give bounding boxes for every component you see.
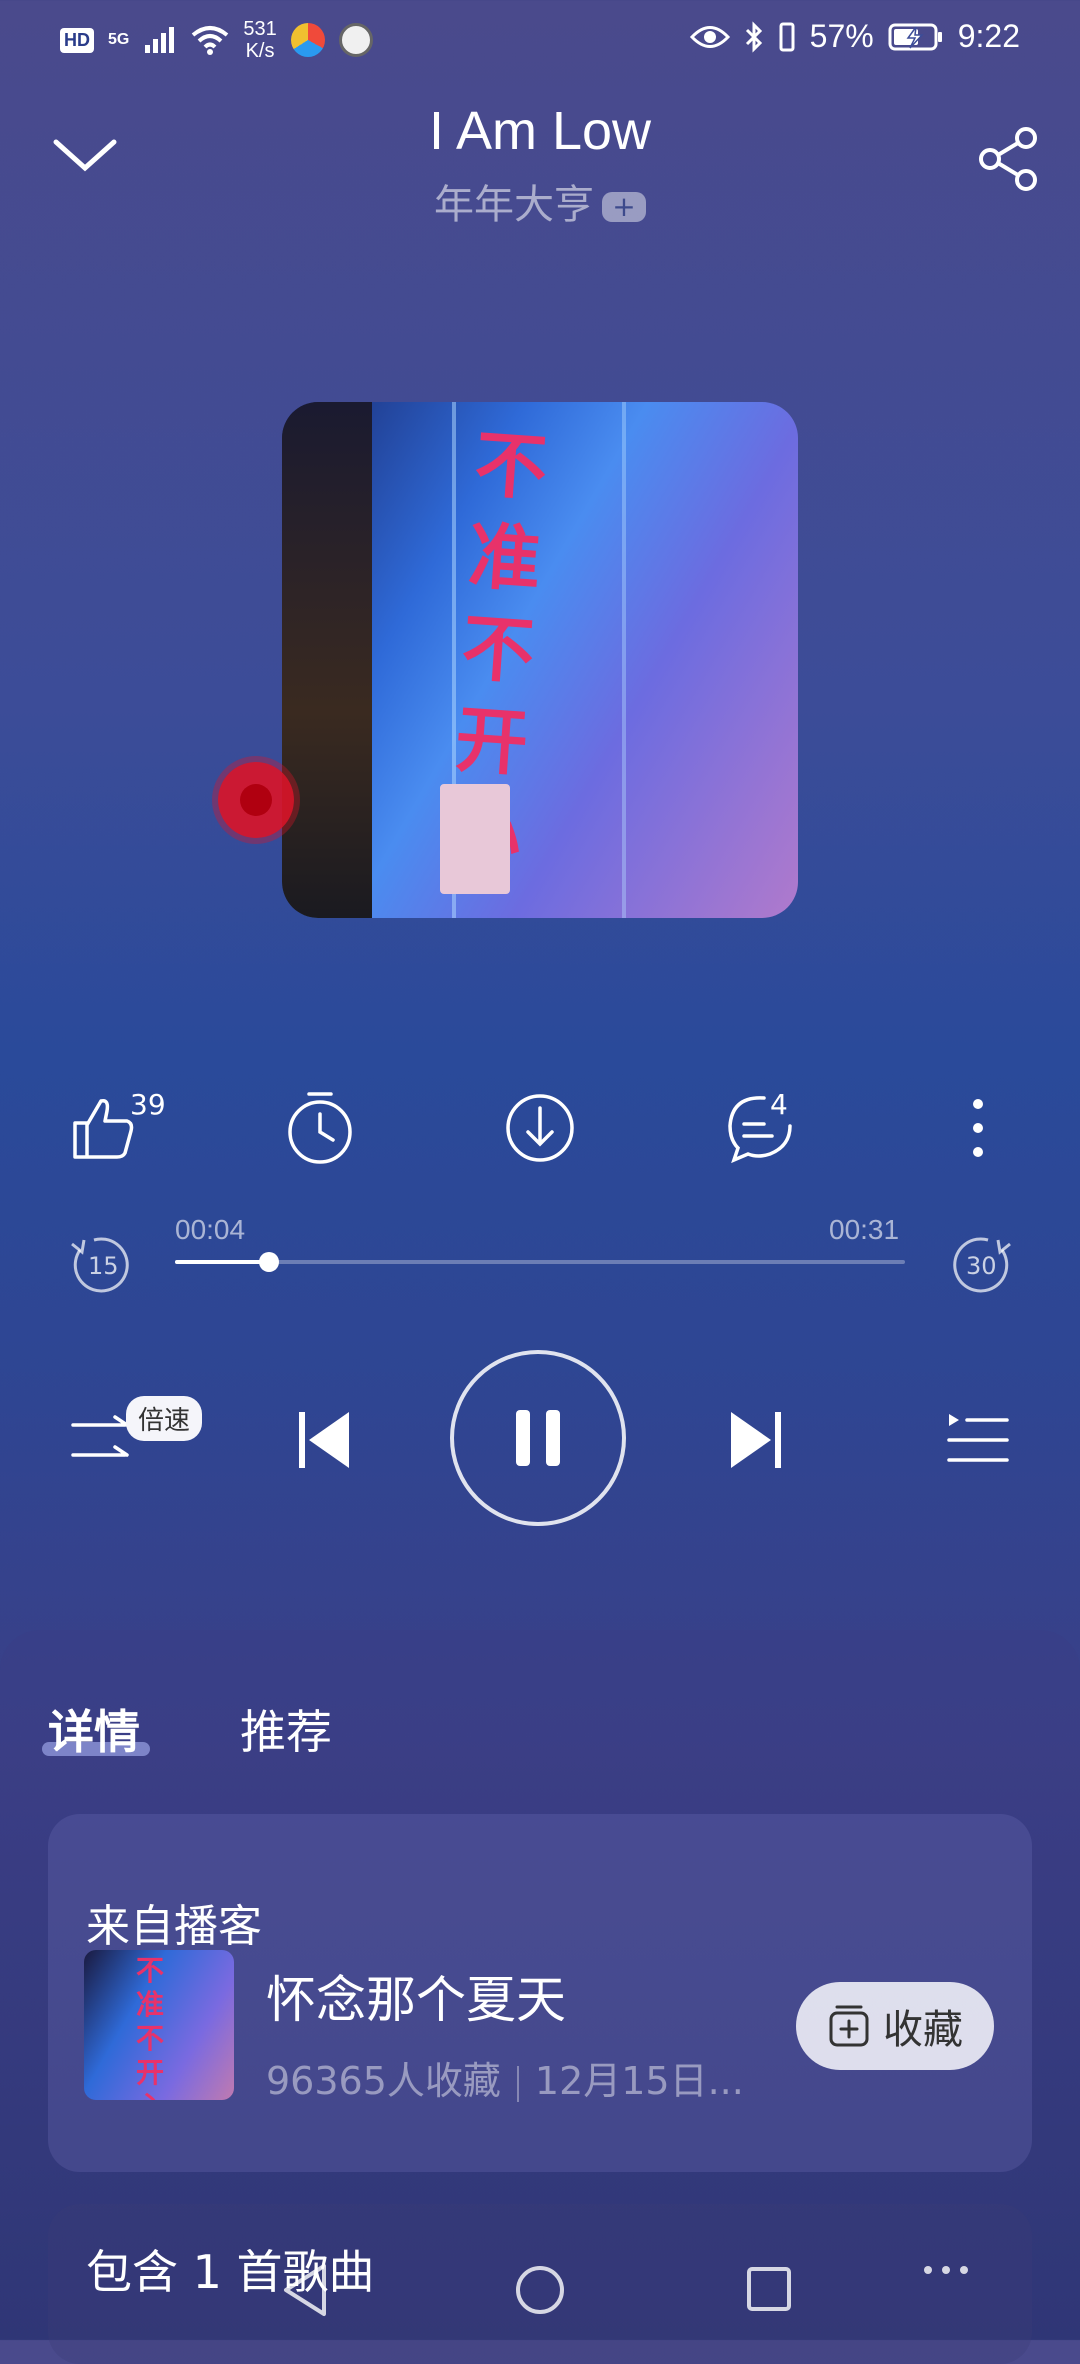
artist-name[interactable]: 年年大亨 bbox=[434, 182, 594, 228]
next-button[interactable] bbox=[720, 1400, 790, 1480]
total-time: 00:31 bbox=[829, 1214, 900, 1245]
collect-button[interactable]: 收藏 bbox=[796, 1982, 994, 2070]
sleep-timer-button[interactable] bbox=[280, 1088, 360, 1168]
meta-divider bbox=[516, 2065, 519, 2102]
comment-count: 4 bbox=[770, 1088, 788, 1121]
wifi-icon bbox=[192, 26, 229, 55]
skip-next-icon bbox=[731, 1412, 781, 1468]
download-button[interactable] bbox=[500, 1088, 580, 1168]
playlist-button[interactable] bbox=[940, 1400, 1016, 1480]
system-nav-bar bbox=[0, 2240, 1080, 2340]
battery-percent: 57% bbox=[809, 18, 874, 54]
progress-slider[interactable] bbox=[175, 1252, 905, 1272]
follow-artist-button[interactable]: + bbox=[602, 192, 646, 222]
hd-badge: HD bbox=[60, 27, 94, 53]
eye-icon bbox=[689, 25, 730, 48]
podcast-subscribers: 96365人收藏 bbox=[266, 2059, 501, 2103]
browser-app-icon bbox=[290, 23, 325, 57]
collect-label: 收藏 bbox=[883, 2007, 963, 2053]
ball-app-icon bbox=[338, 23, 373, 57]
more-vertical-icon bbox=[973, 1099, 983, 1157]
status-right: 57% 9:22 bbox=[689, 18, 1020, 55]
podcast-meta: 96365人收藏 12月15日... bbox=[266, 2050, 744, 2105]
tab-details[interactable]: 详情 bbox=[48, 1696, 140, 1762]
add-collection-icon bbox=[829, 2005, 869, 2047]
pause-button[interactable] bbox=[450, 1350, 626, 1526]
clock: 9:22 bbox=[957, 18, 1020, 54]
share-icon bbox=[979, 127, 1037, 191]
elapsed-time: 00:04 bbox=[175, 1214, 246, 1245]
status-left: HD 5G 531 K/s bbox=[60, 18, 373, 62]
vibrate-icon bbox=[779, 22, 795, 51]
album-cover[interactable]: 不准不开心 bbox=[282, 402, 798, 918]
pause-icon bbox=[516, 1410, 560, 1466]
skip-previous-icon bbox=[299, 1412, 349, 1468]
comments-button[interactable] bbox=[720, 1088, 800, 1168]
speed-unit: K/s bbox=[245, 40, 275, 62]
signal-icon bbox=[145, 27, 175, 53]
status-bar: HD 5G 531 K/s 57% 9:22 bbox=[0, 0, 1080, 80]
tab-recommend[interactable]: 推荐 bbox=[240, 1696, 332, 1762]
progress-fill bbox=[175, 1260, 270, 1264]
recents-nav-icon[interactable] bbox=[746, 2266, 792, 2312]
progress-knob[interactable] bbox=[259, 1252, 280, 1272]
artist-row[interactable]: 年年大亨 + bbox=[0, 172, 1080, 230]
back-nav-icon[interactable] bbox=[280, 2262, 330, 2318]
cover-shadow-area bbox=[282, 402, 372, 918]
network-label: 5G bbox=[108, 31, 130, 48]
rewind-15-button[interactable]: 15 bbox=[66, 1230, 136, 1300]
more-options-button[interactable] bbox=[938, 1088, 1018, 1168]
forward-30-button[interactable]: 30 bbox=[946, 1230, 1016, 1300]
podcast-card-heading: 来自播客 bbox=[86, 1901, 262, 1952]
cover-tag bbox=[440, 784, 510, 894]
floating-record-indicator[interactable] bbox=[218, 762, 294, 838]
battery-charging-icon bbox=[888, 23, 942, 50]
timer-icon bbox=[288, 1092, 352, 1164]
network-speed: 531 K/s bbox=[243, 18, 276, 62]
more-horizontal-icon[interactable] bbox=[920, 2260, 972, 2280]
previous-button[interactable] bbox=[290, 1400, 360, 1480]
rewind-seconds: 15 bbox=[88, 1252, 119, 1280]
share-button[interactable] bbox=[976, 126, 1042, 192]
playback-speed-button[interactable]: 倍速 bbox=[126, 1396, 203, 1441]
podcast-date: 12月15日... bbox=[534, 2059, 744, 2103]
home-nav-icon[interactable] bbox=[514, 2264, 566, 2316]
thumbs-up-icon bbox=[73, 1098, 134, 1159]
forward-seconds: 30 bbox=[966, 1252, 997, 1280]
song-title: I Am Low bbox=[428, 101, 652, 161]
thumbnail-sign-text: 不准不开心 bbox=[136, 1954, 165, 2100]
playlist-icon bbox=[947, 1414, 1009, 1462]
cover-door-line bbox=[622, 402, 626, 918]
podcast-thumbnail[interactable]: 不准不开心 bbox=[84, 1950, 234, 2100]
like-count: 39 bbox=[130, 1088, 166, 1121]
podcast-name[interactable]: 怀念那个夏天 bbox=[266, 1960, 566, 2032]
bluetooth-icon bbox=[745, 20, 762, 53]
download-icon bbox=[506, 1094, 574, 1162]
speed-value: 531 bbox=[243, 18, 277, 40]
